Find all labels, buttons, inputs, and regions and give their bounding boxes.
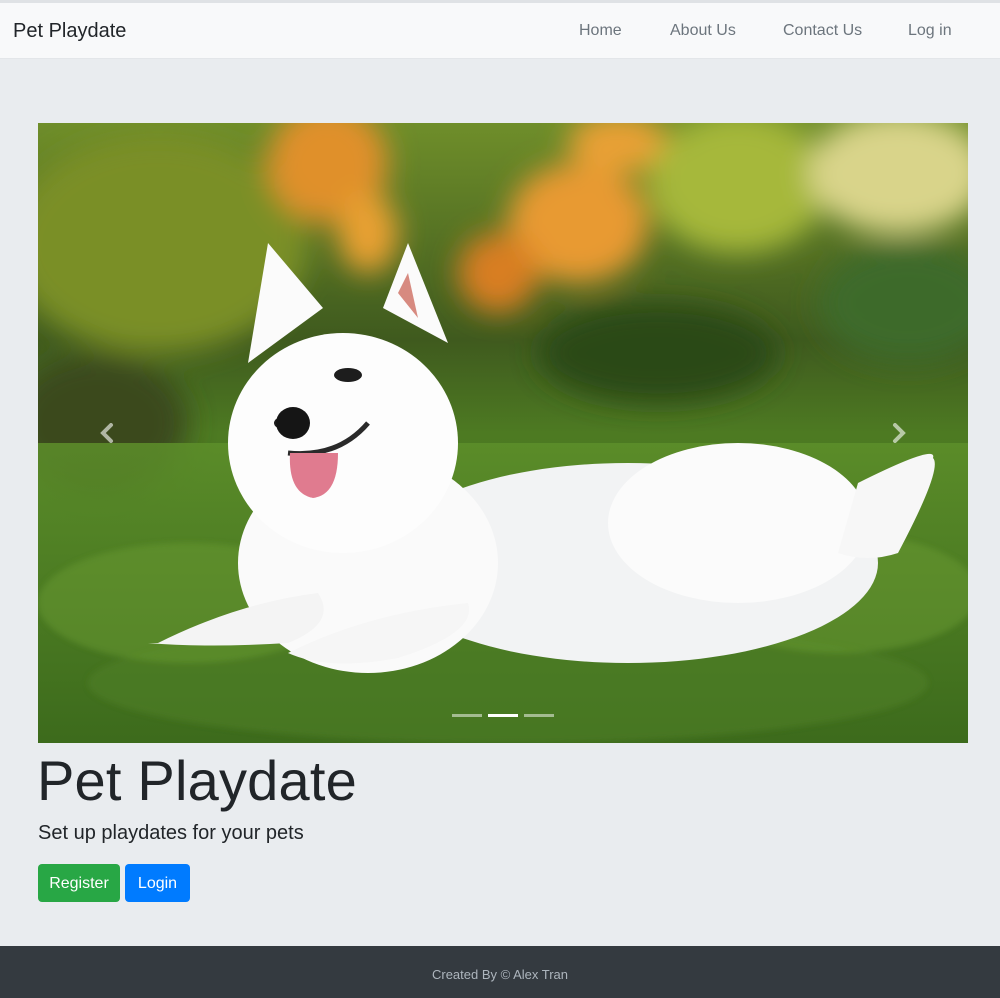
navbar-brand[interactable]: Pet Playdate bbox=[13, 20, 126, 43]
hero-subtitle: Set up playdates for your pets bbox=[38, 822, 304, 844]
carousel-next-control[interactable] bbox=[869, 403, 929, 463]
footer-credit: Created By © Alex Tran bbox=[431, 967, 569, 982]
register-button[interactable]: Register bbox=[38, 864, 120, 902]
carousel bbox=[38, 123, 968, 743]
hero-title: Pet Playdate bbox=[37, 749, 357, 812]
chevron-left-icon bbox=[100, 423, 113, 443]
carousel-indicator-2[interactable] bbox=[488, 714, 518, 717]
carousel-prev-control[interactable] bbox=[77, 403, 137, 463]
nav-link-about-us[interactable]: About Us bbox=[670, 22, 736, 40]
nav-link-contact-us[interactable]: Contact Us bbox=[783, 22, 862, 40]
carousel-indicators bbox=[38, 714, 968, 718]
nav-link-home[interactable]: Home bbox=[579, 22, 622, 40]
chevron-right-icon bbox=[893, 423, 906, 443]
navbar: Pet Playdate Home About Us Contact Us Lo… bbox=[0, 3, 1000, 59]
nav-link-log-in[interactable]: Log in bbox=[908, 22, 952, 40]
footer: Created By © Alex Tran bbox=[0, 946, 1000, 998]
carousel-indicator-1[interactable] bbox=[452, 714, 482, 717]
carousel-slide-image bbox=[38, 123, 968, 743]
login-button[interactable]: Login bbox=[125, 864, 190, 902]
carousel-indicator-3[interactable] bbox=[524, 714, 554, 717]
